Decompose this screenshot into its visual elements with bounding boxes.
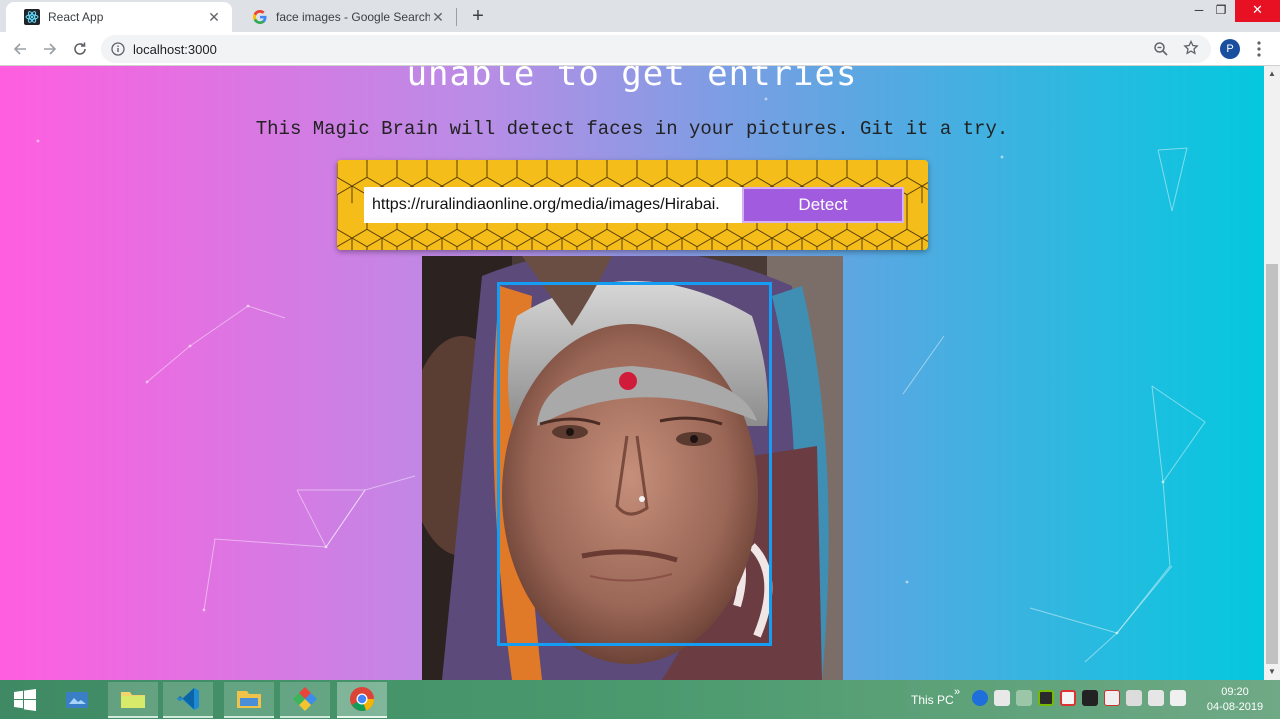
- browser-toolbar: localhost:3000 P: [0, 32, 1280, 66]
- chrome-icon: [350, 687, 375, 711]
- tray-nvidia-icon[interactable]: [1038, 690, 1054, 706]
- clock-date: 04-08-2019: [1206, 701, 1264, 713]
- taskbar-shortcut[interactable]: [52, 682, 102, 718]
- forward-button[interactable]: [39, 38, 61, 60]
- tray-this-pc-label[interactable]: This PC: [911, 693, 954, 707]
- taskbar-vscode[interactable]: [163, 682, 213, 718]
- image-url-input[interactable]: [364, 187, 742, 223]
- scroll-up-arrow-icon[interactable]: ▲: [1264, 66, 1280, 82]
- taskbar-clock[interactable]: 09:20 04-08-2019: [1200, 685, 1270, 715]
- profile-avatar[interactable]: P: [1220, 39, 1240, 59]
- tab-title: face images - Google Search: [276, 10, 430, 24]
- tray-antivirus-icon[interactable]: [1060, 690, 1076, 706]
- back-button[interactable]: [9, 38, 31, 60]
- window-close-button[interactable]: ✕: [1235, 0, 1280, 22]
- tab-strip: React App ✕ face images - Google Search …: [0, 0, 1280, 32]
- file-explorer-icon: [237, 691, 261, 708]
- address-text: localhost:3000: [133, 42, 217, 57]
- tab-google-search[interactable]: face images - Google Search ✕: [234, 2, 456, 32]
- colorful-app-icon: [293, 687, 317, 711]
- tray-wifi-icon[interactable]: [1148, 690, 1164, 706]
- tray-network-icon[interactable]: [972, 690, 988, 706]
- taskbar-folder-app[interactable]: [108, 682, 158, 718]
- tray-shield-icon[interactable]: [1016, 690, 1032, 706]
- tray-cloud-icon[interactable]: [994, 690, 1010, 706]
- tray-pdf-icon[interactable]: [1104, 690, 1120, 706]
- windows-logo-icon: [14, 689, 36, 711]
- face-bounding-box: [497, 282, 772, 646]
- info-icon[interactable]: [111, 42, 125, 56]
- page-viewport: unable to get entries This Magic Brain w…: [0, 66, 1264, 680]
- folder-icon: [121, 692, 145, 708]
- taskbar-chrome[interactable]: [337, 682, 387, 718]
- status-headline: unable to get entries: [406, 66, 858, 94]
- tray-volume-icon[interactable]: [1170, 690, 1186, 706]
- google-favicon-icon: [252, 9, 268, 25]
- scroll-thumb[interactable]: [1266, 264, 1278, 664]
- tab-divider: [456, 8, 457, 26]
- tray-app-icon[interactable]: [1082, 690, 1098, 706]
- face-image: [422, 256, 843, 680]
- forward-arrow-icon: [44, 43, 57, 55]
- tab-react-app[interactable]: React App ✕: [6, 2, 232, 32]
- back-arrow-icon: [13, 43, 26, 55]
- tray-overflow-icon[interactable]: »: [954, 686, 960, 698]
- scroll-down-arrow-icon[interactable]: ▼: [1264, 664, 1280, 680]
- image-link-form: Detect: [337, 160, 928, 250]
- taskbar-file-explorer[interactable]: [224, 682, 274, 718]
- address-bar[interactable]: localhost:3000: [101, 35, 1211, 63]
- start-button[interactable]: [0, 682, 50, 718]
- tab-close-icon[interactable]: ✕: [430, 9, 446, 25]
- explorer-shortcut-icon: [66, 692, 88, 708]
- taskbar-colorful-app[interactable]: [280, 682, 330, 718]
- page-description: This Magic Brain will detect faces in yo…: [255, 118, 1009, 140]
- restore-button[interactable]: ❐: [1206, 0, 1236, 22]
- bookmark-star-icon[interactable]: [1183, 40, 1199, 56]
- tab-close-icon[interactable]: ✕: [206, 9, 222, 25]
- reload-button[interactable]: [69, 38, 91, 60]
- tab-title: React App: [48, 10, 104, 24]
- system-tray: [972, 690, 1186, 710]
- clock-time: 09:20: [1221, 686, 1249, 698]
- new-tab-button[interactable]: +: [466, 4, 490, 28]
- react-favicon-icon: [24, 9, 40, 25]
- tray-battery-icon[interactable]: [1126, 690, 1142, 706]
- reload-icon: [74, 42, 86, 55]
- detect-button[interactable]: Detect: [742, 187, 904, 223]
- windows-taskbar: This PC » 09:20 04-08-2019: [0, 680, 1280, 719]
- vscode-icon: [177, 688, 199, 710]
- page-scrollbar[interactable]: ▲ ▼: [1264, 66, 1280, 680]
- kebab-menu-icon[interactable]: [1252, 39, 1266, 59]
- zoom-icon[interactable]: [1153, 41, 1169, 57]
